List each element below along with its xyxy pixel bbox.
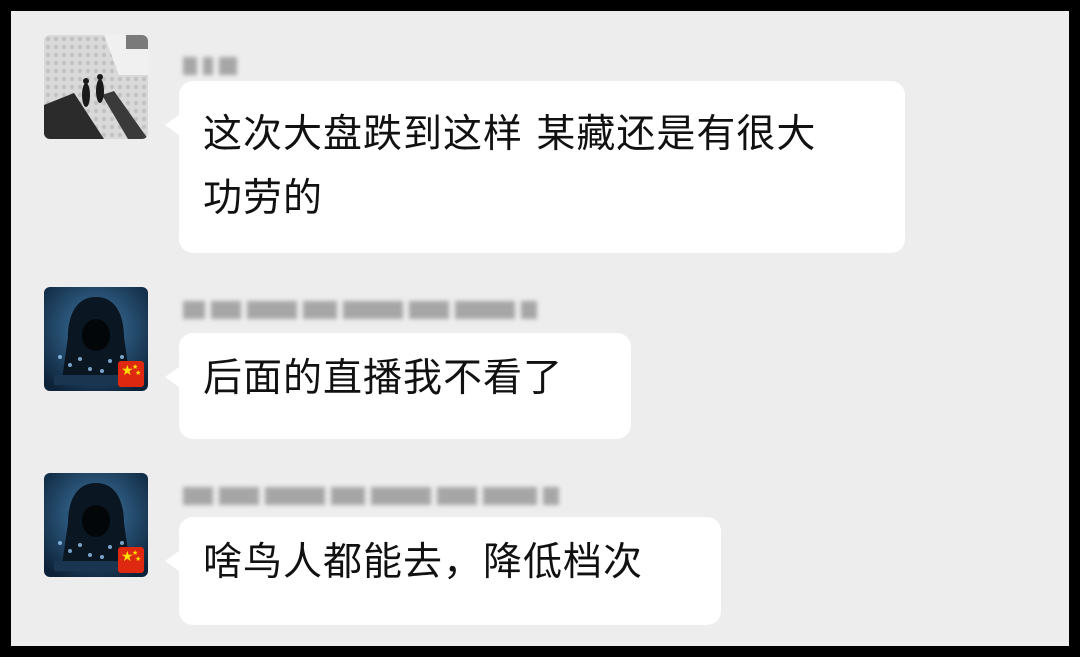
chat-window: 这次大盘跌到这样 某藏还是有很大 功劳的 ★ ★ ★ 后面的直播我不看了 ★ ★…: [11, 11, 1069, 646]
sender-name-blurred: [183, 481, 559, 511]
hooded-hacker-avatar[interactable]: ★ ★ ★: [44, 473, 148, 577]
china-flag-icon: ★ ★ ★: [118, 547, 144, 573]
screenshot-frame: 这次大盘跌到这样 某藏还是有很大 功劳的 ★ ★ ★ 后面的直播我不看了 ★ ★…: [0, 0, 1080, 657]
message-bubble[interactable]: 后面的直播我不看了: [165, 333, 631, 439]
hooded-hacker-avatar[interactable]: ★ ★ ★: [44, 287, 148, 391]
message-text: 后面的直播我不看了: [203, 356, 564, 401]
street-photo-avatar[interactable]: [44, 35, 148, 139]
message-text: 啥鸟人都能去，降低档次: [203, 540, 644, 585]
sender-name-blurred: [183, 51, 237, 81]
message-bubble[interactable]: 啥鸟人都能去，降低档次: [165, 517, 721, 625]
china-flag-icon: ★ ★ ★: [118, 361, 144, 387]
message-text-line-2: 功劳的: [203, 176, 324, 221]
message-text-line-1: 这次大盘跌到这样 某藏还是有很大: [203, 112, 817, 157]
sender-name-blurred: [183, 295, 537, 325]
message-bubble[interactable]: 这次大盘跌到这样 某藏还是有很大 功劳的: [165, 81, 905, 253]
